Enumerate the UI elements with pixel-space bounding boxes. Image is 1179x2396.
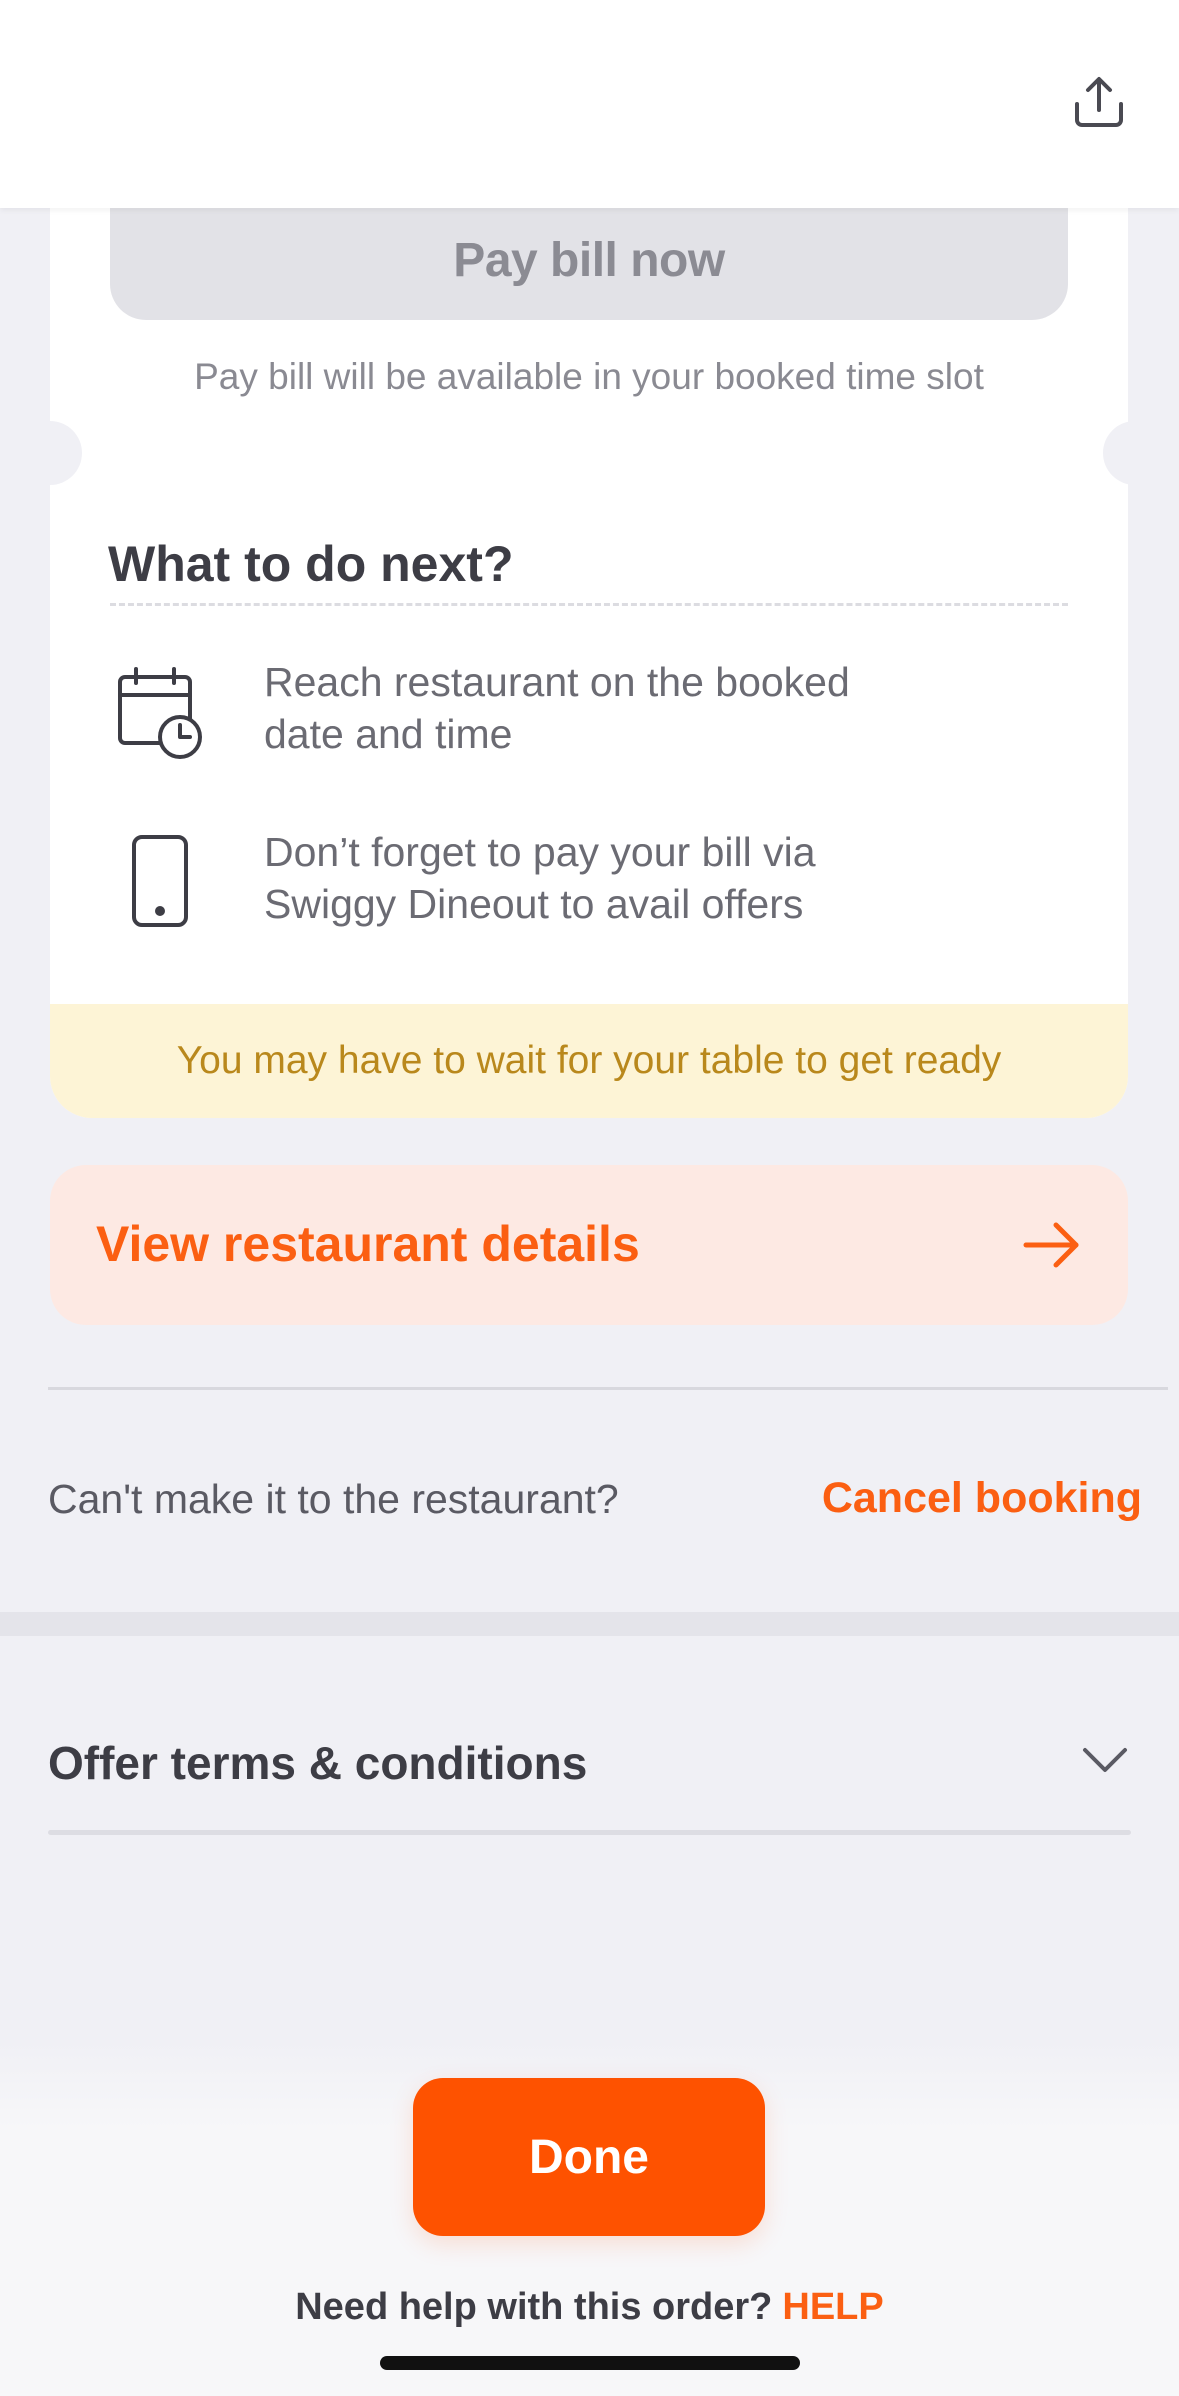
step-reach-line1: Reach restaurant on the booked [264,659,850,705]
ticket-notch-right [1103,421,1167,485]
wait-note-text: You may have to wait for your table to g… [176,1039,1002,1082]
pay-bill-note: Pay bill will be available in your booke… [194,356,984,397]
help-link[interactable]: HELP [782,2286,883,2328]
phone-icon [110,826,210,936]
view-restaurant-details-button[interactable]: View restaurant details [50,1165,1128,1325]
offer-terms-divider [48,1830,1131,1835]
done-button[interactable]: Done [413,2078,765,2236]
step-reach-line2: date and time [264,711,513,757]
offer-terms-toggle[interactable]: Offer terms & conditions [48,1722,1131,1802]
section-separator-band [0,1612,1179,1636]
step-pay-line1: Don’t forget to pay your bill via [264,829,816,875]
cant-make-it-text: Can't make it to the restaurant? [48,1476,619,1522]
booking-confirmation-screen: Pay bill now Pay bill will be available … [0,0,1179,2396]
offer-terms-label: Offer terms & conditions [48,1737,588,1789]
step-pay-line2: Swiggy Dineout to avail offers [264,881,804,927]
next-steps-title: What to do next? [108,536,514,592]
chevron-down-icon [1083,1748,1127,1772]
home-indicator [380,2356,800,2370]
step-reach-restaurant: Reach restaurant on the booked date and … [264,656,964,760]
cancel-booking-link[interactable]: Cancel booking [822,1474,1142,1523]
booking-card: Pay bill now Pay bill will be available … [50,150,1128,1118]
pay-bill-button[interactable]: Pay bill now [110,200,1068,320]
top-bar [0,0,1179,208]
help-question-text: Need help with this order? [295,2286,773,2328]
step-pay-bill: Don’t forget to pay your bill via Swiggy… [264,826,964,930]
ticket-notch-left [18,421,82,485]
share-upload-icon [1075,77,1123,127]
dashed-divider [110,603,1068,606]
share-button[interactable] [1059,62,1139,142]
arrow-right-icon [1023,1222,1079,1268]
wait-note-banner: You may have to wait for your table to g… [50,1004,1128,1118]
calendar-clock-icon [110,658,210,768]
help-line: Need help with this order? HELP [0,2286,1179,2329]
view-restaurant-details-label: View restaurant details [96,1216,640,1272]
section-divider [48,1387,1168,1390]
